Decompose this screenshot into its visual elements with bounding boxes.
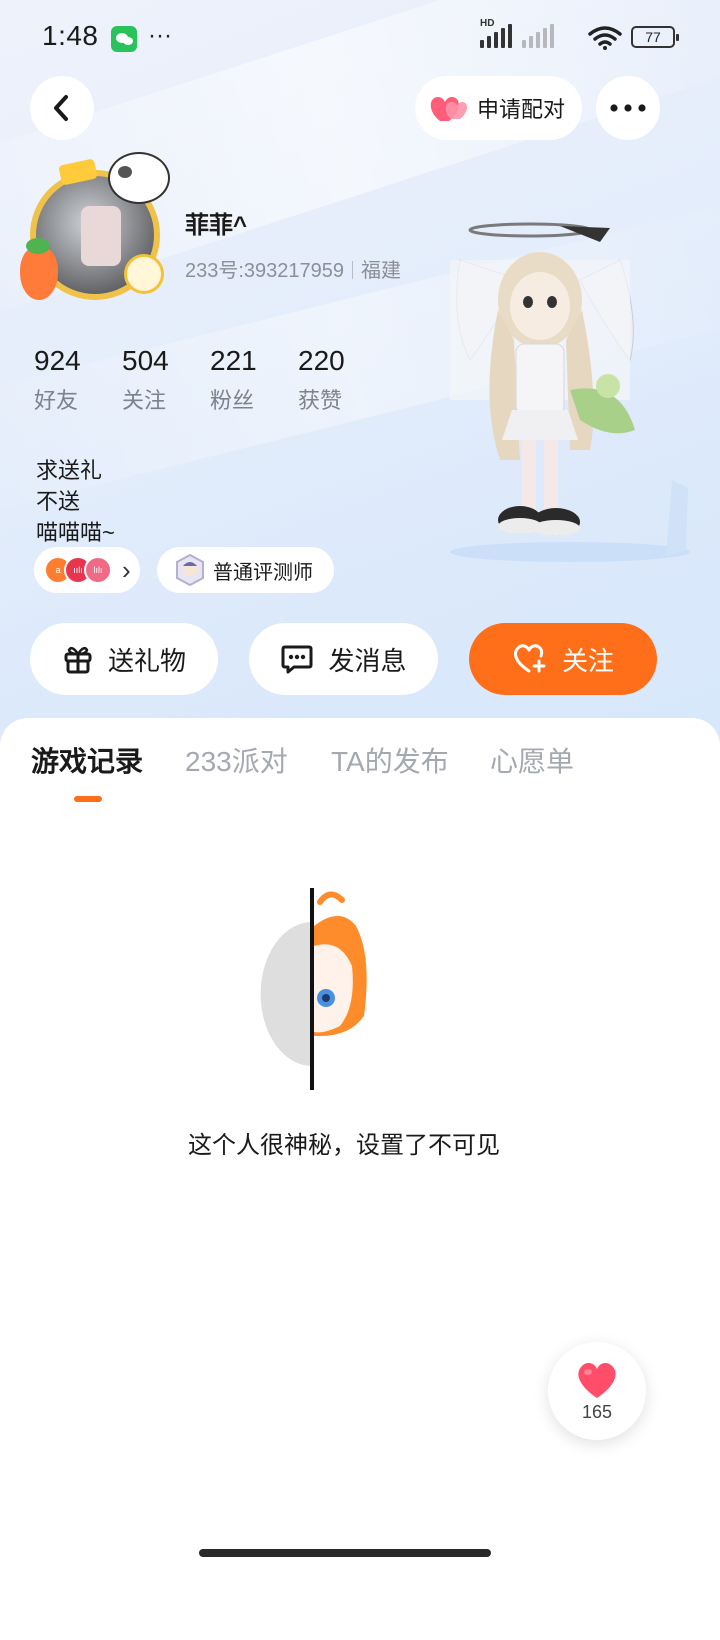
tab-game-records[interactable]: 游戏记录 — [31, 740, 143, 780]
content-sheet — [0, 718, 720, 1640]
profile-tabs: 游戏记录 233派对 TA的发布 心愿单 — [0, 740, 720, 800]
tab-wishlist[interactable]: 心愿单 — [490, 740, 574, 780]
send-gift-label: 送礼物 — [107, 645, 186, 676]
carrot-decoration — [20, 246, 58, 300]
status-more: ··· — [148, 22, 172, 49]
status-bar: 1:48 ··· HD 77 — [0, 0, 720, 76]
send-message-button[interactable]: 发消息 — [249, 623, 438, 695]
region-value: 福建 — [361, 260, 402, 282]
active-tab-indicator — [74, 796, 102, 802]
send-gift-button[interactable]: 送礼物 — [30, 623, 218, 695]
more-button[interactable] — [596, 76, 660, 140]
match-request-label: 申请配对 — [477, 97, 566, 122]
profile-uid: 233号:393217959 福建 — [185, 254, 401, 283]
send-message-label: 发消息 — [328, 645, 407, 676]
stat-friends[interactable]: 924 好友 — [34, 345, 122, 415]
stat-fans[interactable]: 221 粉丝 — [210, 345, 298, 415]
more-icon — [610, 104, 646, 112]
heart-pair-icon — [430, 97, 468, 121]
profile-stats: 924 好友 504 关注 221 粉丝 220 获赞 — [34, 345, 386, 415]
tester-badge[interactable]: 普通评测师 — [157, 547, 334, 593]
chevron-right-icon: › — [122, 554, 131, 585]
message-icon — [281, 645, 313, 674]
signal-icon: HD — [480, 18, 512, 48]
wifi-icon — [588, 26, 622, 50]
badge-icon: lılı — [84, 556, 112, 584]
follow-button[interactable]: 关注 — [469, 623, 657, 695]
cat-decoration — [108, 152, 170, 204]
like-count: 165 — [581, 1401, 613, 1422]
like-button[interactable]: 165 — [548, 1342, 646, 1440]
stat-likes: 220 获赞 — [298, 345, 345, 413]
back-icon — [54, 95, 68, 121]
tab-posts[interactable]: TA的发布 — [331, 740, 449, 780]
battery-icon: 77 — [631, 26, 679, 48]
tester-badge-label: 普通评测师 — [213, 561, 313, 584]
hidden-content-illustration — [260, 888, 367, 1090]
profile-name: 菲菲^ — [185, 212, 248, 239]
follow-label: 关注 — [561, 645, 614, 676]
status-time: 1:48 — [42, 20, 99, 51]
empty-state-text: 这个人很神秘，设置了不可见 — [188, 1132, 500, 1159]
signal-icon-secondary — [522, 24, 554, 48]
tab-233-party[interactable]: 233派对 — [185, 740, 288, 780]
avatar-character-figure[interactable] — [440, 220, 700, 580]
cat-decoration-spot — [118, 166, 132, 178]
heart-icon — [578, 1362, 616, 1398]
home-indicator[interactable] — [199, 1549, 491, 1557]
match-request-button[interactable]: 申请配对 — [415, 76, 582, 140]
tester-avatar-icon — [176, 554, 204, 586]
badges-button[interactable]: a ıılı lılı › — [34, 547, 140, 593]
profile-bio: 求送礼 不送 喵喵喵~ — [36, 458, 115, 545]
carrot-leaves-decoration — [26, 238, 50, 254]
wechat-icon — [111, 26, 137, 52]
avatar[interactable] — [20, 152, 170, 310]
heart-plus-icon — [514, 644, 546, 673]
back-button[interactable] — [30, 76, 94, 140]
crown-decoration — [124, 254, 164, 294]
gift-icon — [64, 646, 92, 674]
uid-value: 233号:393217959 — [185, 260, 345, 282]
stat-following[interactable]: 504 关注 — [122, 345, 210, 415]
